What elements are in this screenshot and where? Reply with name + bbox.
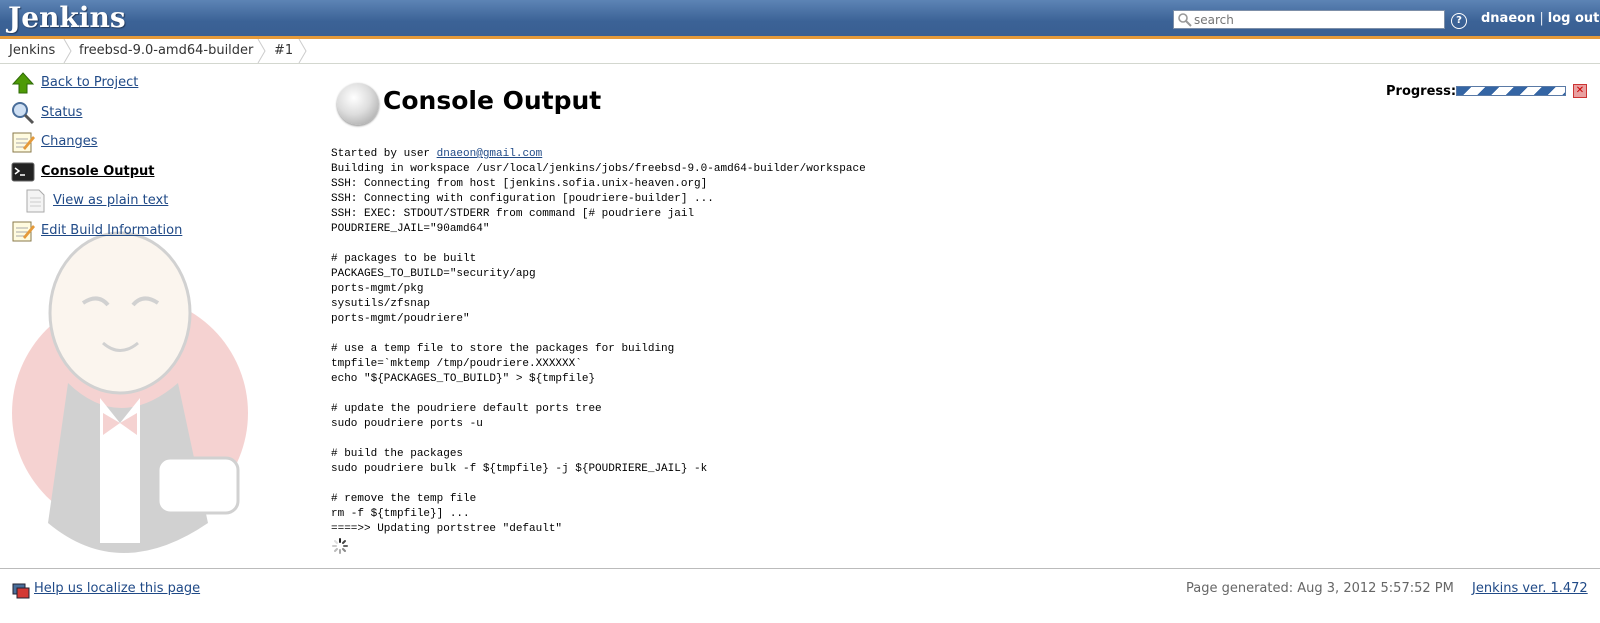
sidebar-item-edit-build-information[interactable]: Edit Build Information [11,219,261,243]
sidebar-item-status[interactable]: Status [11,101,261,125]
console-output-link[interactable]: Console Output [41,164,155,179]
search-box[interactable] [1173,10,1445,29]
breadcrumb: Jenkins freebsd-9.0-amd64-builder #1 [0,39,1600,64]
jenkins-version-link[interactable]: Jenkins ver. 1.472 [1472,581,1588,596]
jenkins-logo[interactable]: Jenkins [8,1,126,34]
view-plain-text-link[interactable]: View as plain text [53,193,168,208]
breadcrumb-chevron-icon [257,39,266,63]
terminal-icon [11,162,35,182]
progress-bar [1456,86,1566,96]
console-user-link[interactable]: dnaeon@gmail.com [437,148,543,160]
logout-link[interactable]: log out [1548,11,1600,26]
jenkins-mascot-icon [12,231,248,553]
sidebar-item-changes[interactable]: Changes [11,130,261,154]
page-generated-text: Page generated: Aug 3, 2012 5:57:52 PM [1186,581,1454,596]
notepad-icon [12,132,35,153]
progress-label: Progress: [1386,84,1457,99]
localize-icon [12,583,30,599]
sidebar-item-back-to-project[interactable]: Back to Project [11,71,261,95]
user-link[interactable]: dnaeon [1481,11,1535,26]
console-output: Started by user dnaeon@gmail.com Buildin… [331,147,866,537]
sidebar-item-view-as-plain-text[interactable]: View as plain text [23,189,273,213]
footer: Help us localize this page Page generate… [0,568,1600,608]
sidebar-item-console-output[interactable]: Console Output [11,160,261,184]
page-title: Console Output [383,86,602,115]
stop-build-icon[interactable]: ✕ [1573,84,1587,98]
console-log-text: Building in workspace /usr/local/jenkins… [331,163,866,535]
user-area: dnaeon | log out [1481,11,1599,26]
status-link[interactable]: Status [41,105,82,120]
breadcrumb-chevron-icon [298,39,307,63]
breadcrumb-chevron-icon [63,39,72,63]
breadcrumb-build[interactable]: #1 [274,43,293,58]
document-icon [26,189,45,213]
top-header: Jenkins ? dnaeon | log out [0,0,1600,39]
localize-link[interactable]: Help us localize this page [34,581,200,596]
notepad-icon [12,221,35,242]
search-icon [1178,13,1192,27]
edit-build-info-link[interactable]: Edit Build Information [41,223,182,238]
console-started-text: Started by user [331,148,437,160]
search-input[interactable] [1194,11,1439,28]
help-icon[interactable]: ? [1451,13,1467,29]
up-arrow-icon [11,72,35,94]
changes-link[interactable]: Changes [41,134,98,149]
breadcrumb-jenkins[interactable]: Jenkins [9,43,55,58]
user-separator: | [1539,11,1544,26]
breadcrumb-job[interactable]: freebsd-9.0-amd64-builder [79,43,253,58]
spinner-icon [332,538,348,554]
sidebar: Back to Project Status Changes Console O… [0,68,300,558]
build-status-ball-icon [337,83,379,125]
back-to-project-link[interactable]: Back to Project [41,75,138,90]
magnifier-icon [12,102,35,125]
